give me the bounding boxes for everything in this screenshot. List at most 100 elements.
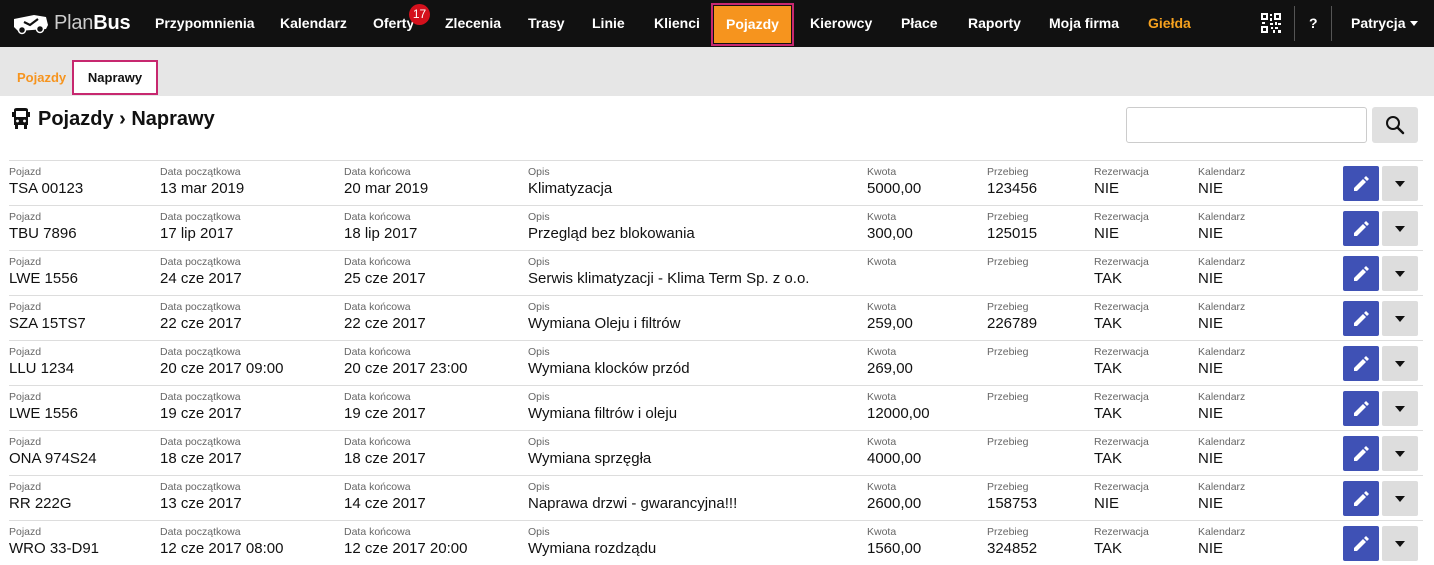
cell-label: Kwota	[867, 526, 897, 538]
nav-gielda[interactable]: Giełda	[1148, 0, 1191, 47]
row-menu-button[interactable]	[1382, 301, 1418, 336]
user-menu[interactable]: Patrycja	[1351, 0, 1419, 47]
nav-kierowcy[interactable]: Kierowcy	[810, 0, 872, 47]
cell-value: NIE	[1198, 360, 1224, 377]
row-menu-button[interactable]	[1382, 211, 1418, 246]
row-menu-button[interactable]	[1382, 166, 1418, 201]
nav-raporty[interactable]: Raporty	[968, 0, 1021, 47]
table-cell: Rezerwacja NIE	[1094, 481, 1149, 514]
table-cell: Opis Wymiana klocków przód	[528, 346, 690, 379]
table-cell: Przebieg	[987, 391, 1028, 404]
cell-value: NIE	[1198, 405, 1224, 422]
table-cell: Pojazd RR 222G	[9, 481, 72, 514]
nav-moja-firma[interactable]: Moja firma	[1049, 0, 1119, 47]
nav-przypomnienia[interactable]: Przypomnienia	[155, 0, 255, 47]
table-row: Pojazd LLU 1234 Data początkowa 20 cze 2017…	[9, 340, 1423, 385]
cell-value: 20 cze 2017 23:00	[344, 360, 468, 377]
cell-value: 324852	[987, 540, 1038, 557]
nav-kalendarz[interactable]: Kalendarz	[280, 0, 347, 47]
pencil-icon	[1354, 490, 1369, 506]
row-menu-button[interactable]	[1382, 526, 1418, 561]
offers-count-badge: 17	[409, 4, 430, 25]
table-cell: Kalendarz NIE	[1198, 346, 1245, 379]
cell-value: 269,00	[867, 360, 913, 377]
chevron-down-icon	[1410, 21, 1419, 26]
table-cell: Kwota	[867, 256, 896, 269]
cell-label: Opis	[528, 211, 550, 223]
nav-pojazdy[interactable]: Pojazdy	[711, 3, 794, 46]
table-cell: Pojazd WRO 33-D91	[9, 526, 99, 559]
table-cell: Opis Wymiana rozdządu	[528, 526, 656, 559]
cell-value: NIE	[1198, 450, 1224, 467]
table-cell: Kalendarz NIE	[1198, 436, 1245, 469]
row-menu-button[interactable]	[1382, 436, 1418, 471]
table-row: Pojazd SZA 15TS7 Data początkowa 22 cze 201…	[9, 295, 1423, 340]
table-cell: Data końcowa 14 cze 2017	[344, 481, 426, 514]
cell-value: 19 cze 2017	[160, 405, 242, 422]
repairs-table: Pojazd TSA 00123 Data początkowa 13 mar 201…	[9, 160, 1423, 565]
table-row: Pojazd WRO 33-D91 Data początkowa 12 cze 20…	[9, 520, 1423, 565]
cell-label: Pojazd	[9, 481, 42, 493]
subtab-naprawy[interactable]: Naprawy	[72, 60, 158, 95]
cell-value: 22 cze 2017	[344, 315, 426, 332]
cell-label: Pojazd	[9, 526, 42, 538]
row-menu-button[interactable]	[1382, 256, 1418, 291]
edit-button[interactable]	[1343, 391, 1379, 426]
nav-oferty[interactable]: Oferty 17	[373, 0, 430, 47]
qr-code-icon[interactable]	[1261, 13, 1281, 33]
cell-value: TAK	[1094, 315, 1123, 332]
cell-label: Data końcowa	[344, 346, 411, 358]
cell-label: Przebieg	[987, 346, 1029, 358]
table-cell: Data końcowa 12 cze 2017 20:00	[344, 526, 467, 559]
cell-label: Kwota	[867, 436, 897, 448]
cell-value: 25 cze 2017	[344, 270, 426, 287]
table-cell: Pojazd LWE 1556	[9, 391, 78, 424]
subtab-pojazdy[interactable]: Pojazdy	[17, 70, 66, 85]
nav-trasy[interactable]: Trasy	[528, 0, 565, 47]
table-cell: Kalendarz NIE	[1198, 166, 1245, 199]
cell-value: 259,00	[867, 315, 913, 332]
row-menu-button[interactable]	[1382, 346, 1418, 381]
row-menu-button[interactable]	[1382, 391, 1418, 426]
nav-zlecenia[interactable]: Zlecenia	[445, 0, 501, 47]
table-cell: Opis Wymiana sprzęgła	[528, 436, 651, 469]
cell-label: Rezerwacja	[1094, 526, 1149, 538]
edit-button[interactable]	[1343, 436, 1379, 471]
help-link[interactable]: ?	[1309, 0, 1318, 47]
cell-label: Kwota	[867, 166, 897, 178]
cell-label: Data początkowa	[160, 256, 241, 268]
pencil-icon	[1354, 310, 1369, 326]
edit-button[interactable]	[1343, 166, 1379, 201]
cell-label: Opis	[528, 256, 550, 268]
edit-button[interactable]	[1343, 526, 1379, 561]
cell-label: Opis	[528, 481, 550, 493]
edit-button[interactable]	[1343, 346, 1379, 381]
planbus-logo[interactable]: PlanBus	[10, 8, 131, 38]
cell-value: TAK	[1094, 360, 1123, 377]
cell-value: 300,00	[867, 225, 913, 242]
cell-label: Rezerwacja	[1094, 436, 1149, 448]
edit-button[interactable]	[1343, 301, 1379, 336]
cell-value: Przegląd bez blokowania	[528, 225, 695, 242]
cell-value: RR 222G	[9, 495, 72, 512]
edit-button[interactable]	[1343, 211, 1379, 246]
cell-label: Kalendarz	[1198, 481, 1246, 493]
table-cell: Przebieg	[987, 256, 1028, 269]
cell-value: NIE	[1094, 225, 1120, 242]
edit-button[interactable]	[1343, 256, 1379, 291]
table-cell: Opis Naprawa drzwi - gwarancyjna!!!	[528, 481, 737, 514]
nav-linie[interactable]: Linie	[592, 0, 625, 47]
cell-value: LWE 1556	[9, 270, 78, 287]
table-cell: Data końcowa 25 cze 2017	[344, 256, 426, 289]
edit-button[interactable]	[1343, 481, 1379, 516]
table-cell: Rezerwacja NIE	[1094, 211, 1149, 244]
nav-place[interactable]: Płace	[901, 0, 938, 47]
cell-label: Data końcowa	[344, 391, 411, 403]
pencil-icon	[1354, 355, 1369, 371]
search-input[interactable]	[1126, 107, 1367, 143]
search-button[interactable]	[1372, 107, 1418, 143]
table-cell: Przebieg	[987, 346, 1028, 359]
cell-value: 24 cze 2017	[160, 270, 242, 287]
row-menu-button[interactable]	[1382, 481, 1418, 516]
nav-klienci[interactable]: Klienci	[654, 0, 700, 47]
